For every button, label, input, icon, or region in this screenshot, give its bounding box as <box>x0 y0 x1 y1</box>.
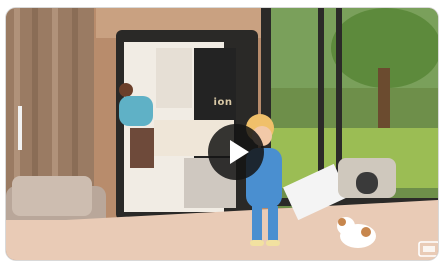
video-player[interactable]: ion <box>6 8 438 260</box>
expand-icon <box>418 241 438 257</box>
play-button[interactable] <box>208 124 264 180</box>
play-icon <box>230 140 249 164</box>
expand-button[interactable] <box>418 240 438 258</box>
sign-logo-text: ion <box>213 97 233 108</box>
